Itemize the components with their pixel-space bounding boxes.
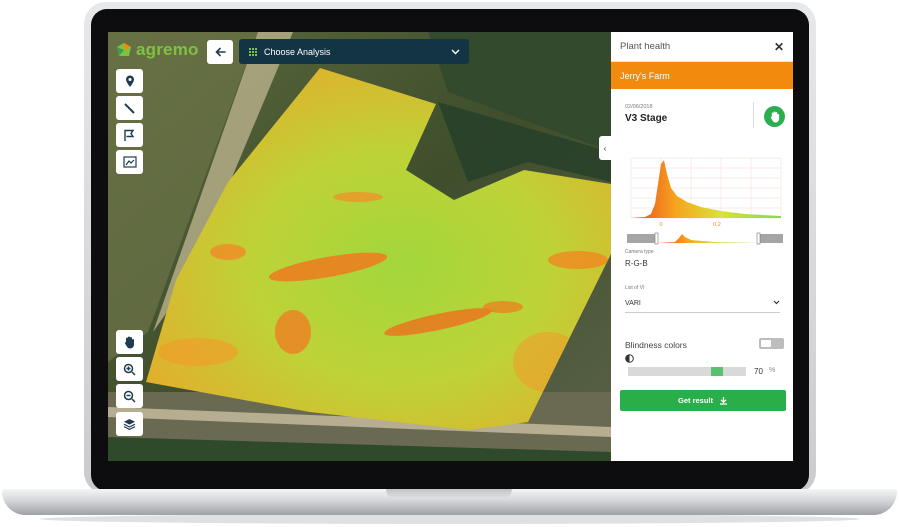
map-view[interactable] bbox=[108, 32, 611, 461]
blindness-colors-label: Blindness colors bbox=[625, 340, 687, 350]
vi-histogram: 0 0.2 bbox=[627, 157, 783, 245]
camera-type-label: Camera type bbox=[625, 249, 654, 255]
area-scan-tool[interactable] bbox=[116, 150, 143, 174]
range-track-left bbox=[627, 234, 657, 243]
zoom-in-icon bbox=[123, 363, 136, 376]
range-handle-right bbox=[756, 232, 761, 245]
ruler-tool[interactable] bbox=[116, 96, 143, 120]
blindness-colors-toggle[interactable] bbox=[759, 338, 784, 349]
ruler-line-icon bbox=[124, 102, 135, 114]
laptop-notch bbox=[386, 489, 512, 499]
crop-stage: V3 Stage bbox=[625, 113, 668, 124]
chevron-down-icon bbox=[773, 300, 780, 307]
location-pin-tool[interactable] bbox=[116, 69, 143, 93]
zoom-out-button[interactable] bbox=[116, 384, 143, 408]
opacity-unit: % bbox=[769, 367, 776, 374]
zoom-in-button[interactable] bbox=[116, 357, 143, 381]
collapse-panel-button[interactable]: ‹ bbox=[599, 136, 611, 160]
laptop-shadow bbox=[40, 514, 860, 524]
hand-pan-icon bbox=[124, 336, 134, 348]
range-mini-histogram bbox=[658, 234, 757, 243]
grid-icon bbox=[249, 47, 257, 56]
histogram-tick-1: 0.2 bbox=[713, 222, 721, 228]
camera-type-value: R-G-B bbox=[625, 259, 648, 268]
agremo-logo: agremo bbox=[116, 40, 199, 60]
arrow-left-icon bbox=[214, 47, 226, 57]
panel-header: Plant health ✕ bbox=[611, 32, 793, 62]
back-button[interactable] bbox=[207, 40, 233, 64]
hand-tool-button[interactable] bbox=[764, 106, 785, 127]
choose-analysis-label: Choose Analysis bbox=[264, 46, 331, 57]
polygon-flag-icon bbox=[124, 129, 135, 141]
divider bbox=[753, 102, 754, 128]
vi-list-label: List of VI bbox=[625, 285, 645, 291]
vi-select[interactable]: VARI bbox=[625, 294, 780, 313]
histogram-tick-0: 0 bbox=[659, 222, 662, 228]
farm-name: Jerry's Farm bbox=[611, 62, 793, 89]
range-track-right bbox=[759, 234, 783, 243]
contrast-icon bbox=[625, 354, 634, 363]
chevron-down-icon bbox=[451, 47, 460, 57]
location-pin-icon bbox=[125, 75, 134, 87]
plant-health-panel: Plant health ✕ Jerry's Farm 02/06/2018 V… bbox=[611, 32, 793, 461]
zoom-out-icon bbox=[123, 390, 136, 403]
download-icon bbox=[720, 397, 727, 405]
app-screen: agremo Choose Analysis ‹ Plant health ✕ … bbox=[108, 32, 793, 461]
histogram-area bbox=[631, 160, 781, 218]
opacity-value: 70 bbox=[754, 367, 763, 376]
panel-title: Plant health bbox=[620, 41, 671, 52]
get-result-button[interactable]: Get result bbox=[620, 390, 786, 411]
polygon-tool[interactable] bbox=[116, 123, 143, 147]
opacity-slider-thumb[interactable] bbox=[711, 367, 723, 376]
brand-name: agremo bbox=[136, 40, 199, 59]
layers-button[interactable] bbox=[116, 412, 143, 436]
get-result-label: Get result bbox=[677, 396, 713, 405]
chevron-left-icon: ‹ bbox=[603, 143, 607, 153]
flight-date: 02/06/2018 bbox=[625, 104, 653, 110]
opacity-slider[interactable] bbox=[628, 367, 746, 376]
layers-icon bbox=[123, 419, 136, 430]
hand-icon bbox=[770, 111, 779, 122]
choose-analysis-dropdown[interactable]: Choose Analysis bbox=[239, 39, 469, 64]
agremo-logo-icon bbox=[117, 43, 131, 56]
range-handle-left bbox=[654, 232, 659, 245]
vi-select-value: VARI bbox=[625, 299, 641, 307]
pan-tool[interactable] bbox=[116, 330, 143, 354]
area-scan-icon bbox=[122, 156, 137, 168]
close-icon[interactable]: ✕ bbox=[774, 40, 784, 54]
